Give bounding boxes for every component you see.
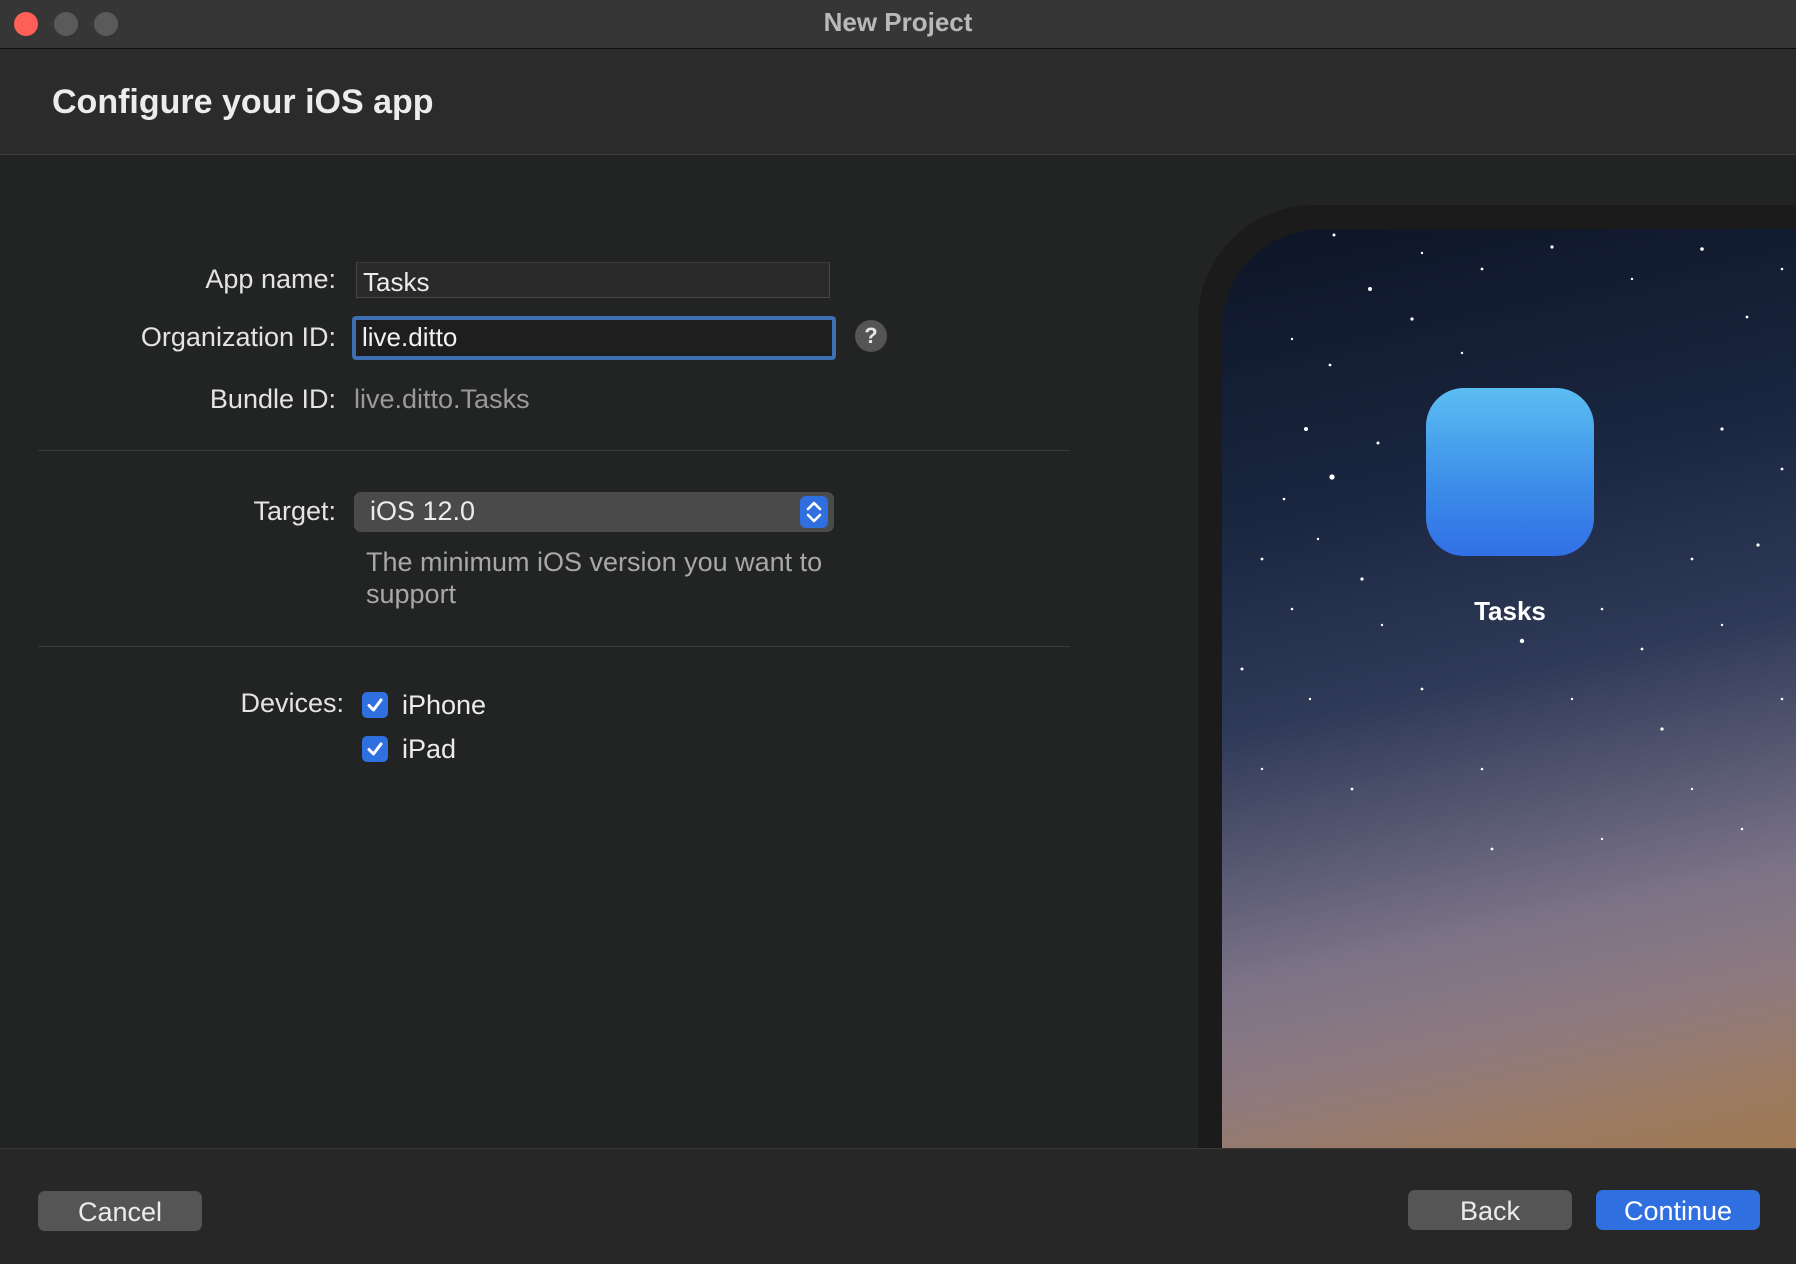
cancel-button[interactable]: Cancel (38, 1191, 202, 1231)
ipad-label: iPad (402, 733, 457, 764)
organization-id-label: Organization ID: (140, 322, 336, 352)
app-icon-label: Tasks (1474, 596, 1546, 626)
help-button[interactable]: ? (855, 320, 887, 352)
footer-bar: Cancel Back Continue (0, 1148, 1796, 1264)
page-header: Configure your iOS app (0, 49, 1796, 155)
continue-button[interactable]: Continue (1596, 1190, 1760, 1230)
window-title: New Project (823, 7, 973, 37)
ipad-checkbox[interactable] (362, 736, 388, 762)
device-option-ipad[interactable]: iPad (362, 734, 456, 764)
title-bar: New Project (0, 0, 1796, 49)
target-select[interactable]: iOS 12.0 (354, 492, 834, 532)
app-name-label: App name: (205, 264, 336, 294)
device-preview-wallpaper (1222, 229, 1796, 1149)
target-label: Target: (253, 496, 336, 526)
bundle-id-value: live.ditto.Tasks (354, 384, 530, 414)
checkmark-icon (367, 698, 383, 712)
iphone-checkbox[interactable] (362, 692, 388, 718)
devices-label: Devices: (240, 688, 344, 718)
back-button[interactable]: Back (1408, 1190, 1572, 1230)
new-project-window: New Project Configure your iOS app App n… (0, 0, 1796, 1264)
iphone-label: iPhone (402, 689, 487, 720)
app-name-field[interactable]: Tasks (356, 262, 830, 298)
target-hint: The minimum iOS version you want to supp… (366, 547, 823, 609)
up-down-chevron-icon (800, 496, 828, 528)
device-option-iphone[interactable]: iPhone (362, 690, 486, 720)
organization-id-field[interactable]: live.ditto (352, 316, 836, 360)
starfield (1240, 233, 1784, 851)
section-divider (38, 646, 1070, 647)
section-divider (38, 450, 1070, 451)
app-icon (1426, 388, 1594, 556)
page-title: Configure your iOS app (52, 83, 434, 121)
bundle-id-label: Bundle ID: (209, 384, 336, 414)
target-select-value: iOS 12.0 (370, 496, 476, 526)
checkmark-icon (367, 742, 383, 756)
